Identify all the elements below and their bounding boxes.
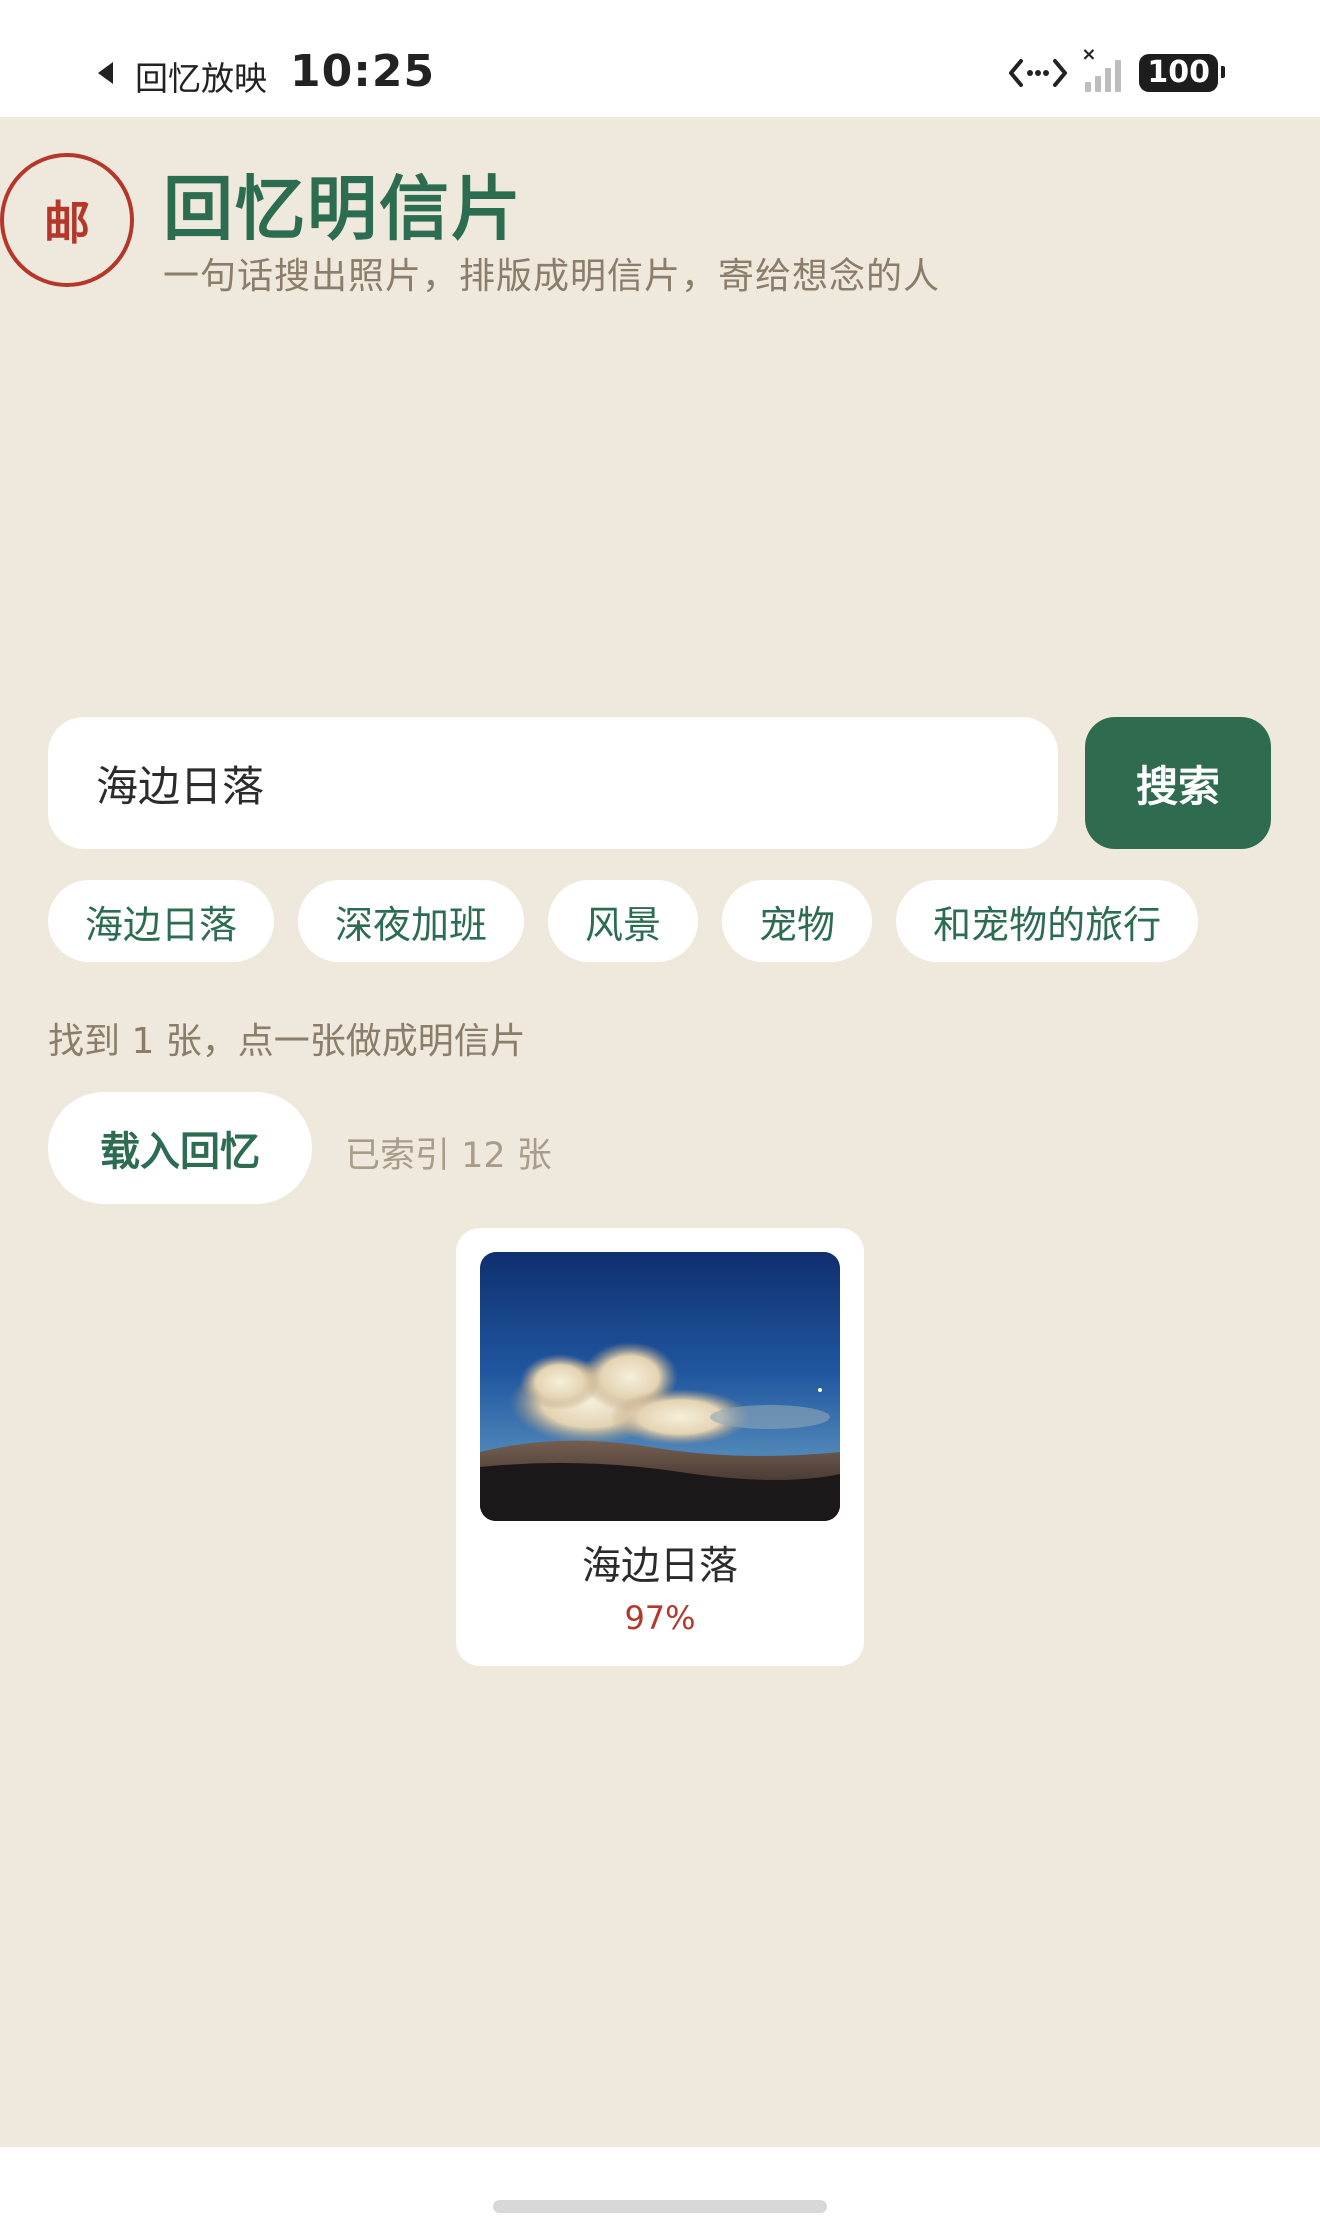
postal-stamp-icon: 邮	[0, 153, 134, 287]
navigation-bar	[0, 2147, 1320, 2232]
status-time: 10:25	[290, 46, 436, 97]
battery-icon: 100	[1139, 54, 1225, 92]
status-icons: × 100	[1009, 44, 1225, 98]
status-bar: 回忆放映 10:25 × 100	[0, 0, 1320, 117]
search-button[interactable]: 搜索	[1085, 717, 1271, 849]
suggestion-chip[interactable]: 宠物	[722, 880, 873, 962]
photo-card[interactable]: 海边日落 97%	[456, 1228, 864, 1666]
suggestion-chip[interactable]: 海边日落	[48, 880, 275, 962]
back-arrow-icon[interactable]	[98, 62, 113, 84]
data-transfer-icon	[1009, 59, 1068, 87]
suggestion-chip[interactable]: 风景	[548, 880, 699, 962]
suggestion-chip[interactable]: 和宠物的旅行	[896, 880, 1199, 962]
back-app-label[interactable]: 回忆放映	[135, 52, 267, 100]
indexed-count: 已索引 12 张	[345, 1136, 552, 1176]
page-subtitle: 一句话搜出照片，排版成明信片，寄给想念的人	[163, 256, 941, 297]
suggestion-chips: 海边日落 深夜加班 风景 宠物 和宠物的旅行	[48, 880, 1199, 962]
cloud-photo-image	[480, 1252, 840, 1521]
results-summary: 找到 1 张，点一张做成明信片	[48, 1021, 526, 1062]
load-memories-button[interactable]: 载入回忆	[48, 1092, 312, 1204]
photo-thumbnail[interactable]	[480, 1252, 840, 1521]
photo-card-score: 97%	[624, 1599, 696, 1637]
app-screen: 邮 回忆明信片 一句话搜出照片，排版成明信片，寄给想念的人 搜索 海边日落 深夜…	[0, 117, 1320, 2147]
page-title: 回忆明信片	[163, 168, 523, 250]
photo-card-title: 海边日落	[581, 1544, 738, 1589]
signal-icon: ×	[1081, 44, 1122, 92]
suggestion-chip[interactable]: 深夜加班	[298, 880, 525, 962]
home-indicator[interactable]	[493, 2200, 827, 2213]
search-input[interactable]	[48, 717, 1058, 849]
